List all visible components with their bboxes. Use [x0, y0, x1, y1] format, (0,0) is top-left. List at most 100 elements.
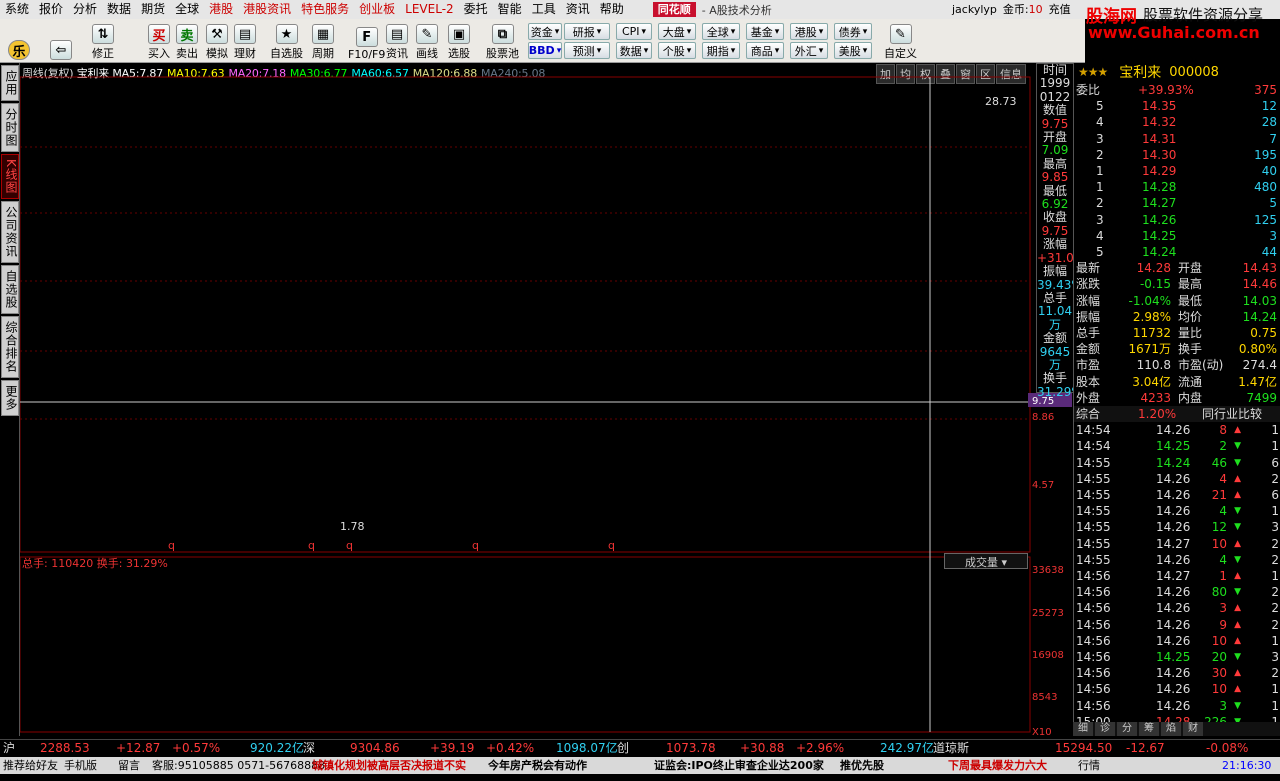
toolbar-stockpool-button[interactable]: ⧉ 股票池	[486, 21, 519, 61]
toolbar-f10-button[interactable]: F F10/F9	[348, 21, 385, 61]
panel-tab[interactable]: 焰	[1161, 722, 1181, 736]
panel-tabs: 细诊分筹焰财	[1073, 722, 1280, 736]
toolbar-sync-button[interactable]: ⇅ 修正	[92, 21, 114, 61]
toolbar-small-button[interactable]: 全球	[702, 23, 740, 40]
menu-item[interactable]: 帮助	[595, 0, 629, 19]
toolbar-screener-button[interactable]: ▣ 选股	[448, 21, 470, 61]
toolbar-back-button[interactable]: ⇦	[50, 21, 72, 61]
menu-item[interactable]: 系统	[0, 0, 34, 19]
service-info[interactable]: 客服:95105885 0571-56768888	[152, 757, 325, 774]
finance-icon: ▤	[234, 24, 256, 44]
tick-row: 14:54 14.25 2 1 ▼	[1076, 439, 1279, 454]
menu-item[interactable]: 港股	[204, 0, 238, 19]
arrow-down-icon: ▼	[1234, 506, 1241, 517]
sidebar-tab[interactable]: 应用	[1, 65, 19, 101]
indicator-select[interactable]: 成交量 ▾	[944, 553, 1028, 569]
toolbar-small-button[interactable]: CPI	[616, 23, 652, 40]
recharge-link[interactable]: 充值	[1049, 0, 1071, 19]
toolbar-small-button[interactable]: 债券	[834, 23, 872, 40]
stock-name: 宝利来	[1119, 65, 1162, 81]
status-index-sh-amt: 920.22亿	[250, 741, 304, 755]
menu-item[interactable]: 工具	[527, 0, 561, 19]
menu-item[interactable]: 委托	[459, 0, 493, 19]
message-link[interactable]: 留言	[118, 757, 140, 774]
kline-chart[interactable]: 周线(复权) 宝利来 MA5:7.87 MA10:7.63 MA20:7.18 MA3…	[20, 63, 1093, 736]
menu-item[interactable]: 港股资讯	[238, 0, 296, 19]
toolbar-small-button[interactable]: 个股	[658, 42, 696, 59]
menu-item[interactable]: 全球	[170, 0, 204, 19]
volume-axis-label: 25273	[1032, 608, 1064, 619]
toolbar: 乐 ⇦ ⇅ 修正 买买入卖卖出 ⚒ 模拟 ▤ 理财 ★ 自选股 ▦ 周期 F F10/F9 ▤ 资讯 ✎ 画线 ▣ 选股…	[0, 19, 1085, 63]
toolbar-logo-button[interactable]: 乐	[8, 21, 30, 61]
toolbar-small-button[interactable]: 研报	[564, 23, 610, 40]
toolbar-label: 选股	[448, 47, 470, 60]
panel-tab[interactable]: 细	[1073, 722, 1093, 736]
panel-tab[interactable]: 筹	[1139, 722, 1159, 736]
toolbar-small-button[interactable]: 商品	[746, 42, 784, 59]
crosshair-info-item: 1999	[1039, 76, 1071, 91]
sidebar-tab[interactable]: 分时图	[1, 103, 19, 152]
toolbar-simulate-button[interactable]: ⚒ 模拟	[206, 21, 228, 61]
crosshair-info-item: 开盘	[1042, 130, 1067, 145]
status-index-cy-chg: +30.88	[740, 741, 785, 755]
toolbar-small-button[interactable]: 外汇	[790, 42, 828, 59]
gold-balance: 金币:10	[1002, 3, 1043, 16]
q-marker: q	[168, 539, 175, 552]
toolbar-news-button[interactable]: ▤ 资讯	[386, 21, 408, 61]
toolbar-small-button[interactable]: 港股	[790, 23, 828, 40]
sidebar-tab[interactable]: 公司资讯	[1, 200, 19, 263]
menu-item[interactable]: 创业板	[354, 0, 400, 19]
menu-item[interactable]: 报价	[34, 0, 68, 19]
arrow-up-icon: ▲	[1234, 619, 1241, 630]
username[interactable]: jackylyp	[952, 0, 997, 19]
news-ticker-item[interactable]: 下周最具爆发力六大	[948, 757, 1047, 774]
panel-tab[interactable]: 财	[1183, 722, 1203, 736]
menu-item[interactable]: 分析	[68, 0, 102, 19]
toolbar-small-button[interactable]: 数据	[616, 42, 652, 59]
news-ticker-item[interactable]: 推优先股	[840, 757, 884, 774]
sell-level-row: 2 14.30 195	[1096, 147, 1277, 162]
panel-tab[interactable]: 分	[1117, 722, 1137, 736]
toolbar-sell-button[interactable]: 卖卖出	[176, 21, 198, 61]
status-index-sh-chg: +12.87	[116, 741, 161, 755]
toolbar-small-button[interactable]: 期指	[702, 42, 740, 59]
volume-axis-label: 16908	[1032, 650, 1064, 661]
tick-row: 14:55 14.26 21 6 ▲	[1076, 488, 1279, 502]
toolbar-small-button[interactable]: 预测	[564, 42, 610, 59]
sidebar-tab[interactable]: 更多	[1, 379, 19, 416]
mobile-link[interactable]: 手机版	[64, 757, 97, 774]
custom-button[interactable]: ✎ 自定义	[884, 21, 917, 61]
custom-label: 自定义	[884, 47, 917, 60]
sidebar-tab[interactable]: K线图	[1, 154, 19, 199]
news-status-bar: 推荐给好友 手机版 留言 客服:95105885 0571-56768888 城镇化规划…	[0, 757, 1280, 774]
sidebar-tab[interactable]: 自选股	[1, 264, 19, 314]
toolbar-period-button[interactable]: ▦ 周期	[312, 21, 334, 61]
toolbar-small-button[interactable]: 美股	[834, 42, 872, 59]
menu-item[interactable]: 智能	[493, 0, 527, 19]
tick-row: 14:56 14.27 1 1 ▲	[1076, 569, 1279, 583]
sidebar-tab[interactable]: 综合排名	[1, 315, 19, 378]
toolbar-small-button[interactable]: 资金	[528, 23, 562, 40]
quote-button[interactable]: 行情	[1078, 757, 1100, 774]
toolbar-small-button[interactable]: 大盘	[658, 23, 696, 40]
toolbar-small-button[interactable]: 基金	[746, 23, 784, 40]
toolbar-small-button[interactable]: BBD	[528, 42, 562, 59]
low-price-label: 1.78	[340, 520, 365, 533]
crosshair-info-item: 总手	[1042, 290, 1067, 305]
high-price-label: 28.73	[985, 95, 1017, 108]
news-ticker-item[interactable]: 今年房产税会有动作	[488, 757, 587, 774]
recommend-link[interactable]: 推荐给好友	[3, 757, 58, 774]
menu-item[interactable]: 数据	[102, 0, 136, 19]
toolbar-finance-button[interactable]: ▤ 理财	[234, 21, 256, 61]
toolbar-watchlist-button[interactable]: ★ 自选股	[270, 21, 303, 61]
news-ticker-item[interactable]: 城镇化规划被高层否决报道不实	[312, 757, 466, 774]
status-index-sh-pct: +0.57%	[172, 741, 221, 755]
menu-item[interactable]: 资讯	[561, 0, 595, 19]
menu-item[interactable]: 特色服务	[296, 0, 354, 19]
menu-item[interactable]: LEVEL-2	[400, 0, 459, 19]
news-ticker-item[interactable]: 证监会:IPO终止审查企业达200家	[654, 757, 824, 774]
panel-tab[interactable]: 诊	[1095, 722, 1115, 736]
toolbar-buy-button[interactable]: 买买入	[148, 21, 170, 61]
menu-item[interactable]: 期货	[136, 0, 170, 19]
toolbar-draw-button[interactable]: ✎ 画线	[416, 21, 438, 61]
